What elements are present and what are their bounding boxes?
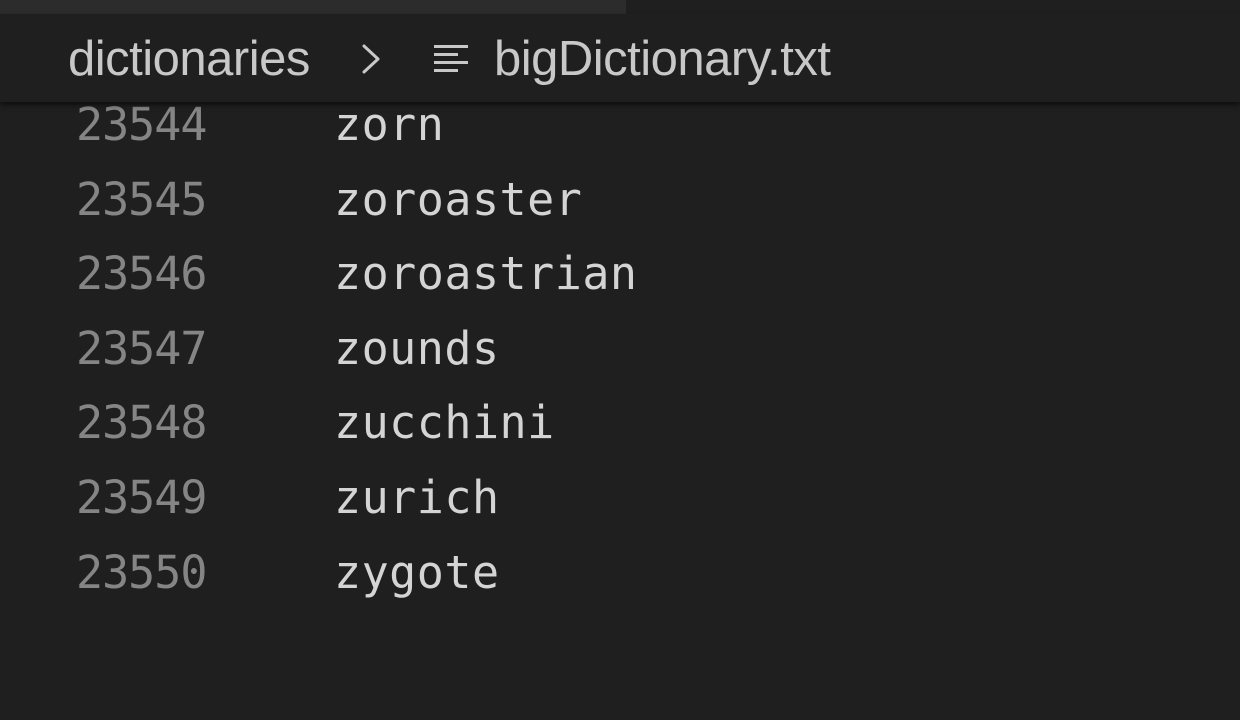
tab-strip	[0, 0, 1240, 14]
line-content[interactable]: zoroaster	[334, 163, 582, 238]
editor-line[interactable]: 23545 zoroaster	[0, 163, 1240, 238]
editor-window: dictionaries bigDictionary.txt 23544 zor…	[0, 0, 1240, 720]
line-content[interactable]: zucchini	[334, 386, 555, 461]
editor-line[interactable]: 23546 zoroastrian	[0, 237, 1240, 312]
breadcrumb-folder[interactable]: dictionaries	[68, 31, 310, 87]
editor-line[interactable]: 23549 zurich	[0, 461, 1240, 536]
line-content[interactable]: zounds	[334, 312, 500, 387]
line-content[interactable]: zygote	[334, 536, 500, 611]
breadcrumb: dictionaries bigDictionary.txt	[0, 14, 1240, 102]
line-content[interactable]: zurich	[334, 461, 500, 536]
editor-line[interactable]: 23547 zounds	[0, 312, 1240, 387]
line-number: 23550	[76, 545, 207, 599]
line-content[interactable]: zoroastrian	[334, 237, 638, 312]
editor-line[interactable]: 23548 zucchini	[0, 386, 1240, 461]
line-number: 23546	[76, 247, 207, 301]
editor-line[interactable]: 23550 zygote	[0, 536, 1240, 611]
line-number: 23545	[76, 172, 207, 226]
chevron-right-icon	[362, 44, 380, 74]
line-number: 23548	[76, 396, 207, 450]
editor-text-area[interactable]: 23544 zorn 23545 zoroaster 23546 zoroast…	[0, 88, 1240, 610]
text-lines-icon	[434, 45, 468, 72]
breadcrumb-file[interactable]: bigDictionary.txt	[494, 31, 831, 87]
line-number: 23549	[76, 470, 207, 524]
active-tab-edge[interactable]	[0, 0, 626, 14]
line-number: 23547	[76, 321, 207, 375]
